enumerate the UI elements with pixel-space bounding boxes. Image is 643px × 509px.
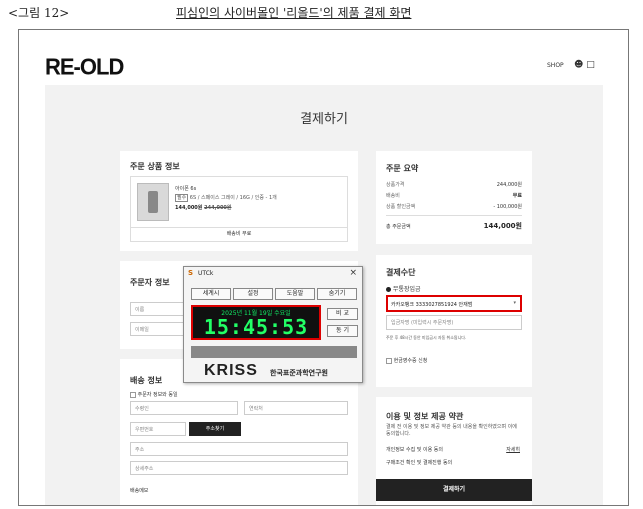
- summary-value: 244,000원: [496, 182, 522, 188]
- cash-receipt-checkbox[interactable]: [386, 357, 392, 364]
- utck-window: S UTCk × 세계시 설정 도움말 숨기기 2025년 11월 19일 수요…: [183, 266, 363, 383]
- summary-value: - 100,000원: [493, 204, 522, 210]
- cash-receipt-label: 현금영수증 신청: [393, 358, 428, 364]
- depositor-field[interactable]: 입금자명 (미입력시 주문자명): [386, 315, 522, 330]
- total-label: 총 주문금액: [386, 224, 411, 230]
- address-field[interactable]: 주소: [130, 442, 348, 456]
- user-icon[interactable]: ☻: [574, 60, 583, 70]
- utck-status-bar: [191, 346, 357, 358]
- payment-notice: 주문 후 48시간 동안 미입금시 자동 취소됩니다.: [386, 335, 467, 340]
- address-detail-field[interactable]: 상세주소: [130, 461, 348, 475]
- option-text: 6S / 스페이스 그레이 / 16G / 인증 - 1개: [189, 195, 277, 201]
- product-name: 아이폰 6s: [175, 186, 197, 192]
- same-as-orderer-checkbox[interactable]: [130, 391, 136, 398]
- summary-divider: [386, 215, 522, 216]
- terms-heading: 이용 및 정보 제공 약관: [386, 412, 464, 421]
- orderer-heading: 주문자 정보: [130, 278, 170, 287]
- chevron-down-icon: ▾: [513, 300, 516, 306]
- clock-time: 15:45:53: [203, 315, 309, 339]
- memo-label: 배송메모: [130, 488, 149, 494]
- payment-panel: 결제수단 무통장입금 카카오뱅크 3333027851924 안재범 ▾ 입금자…: [376, 255, 532, 387]
- total-value: 144,000원: [483, 222, 522, 230]
- product-thumbnail: [137, 183, 169, 221]
- terms-description: 결제 전 이용 및 정보 제공 약관 등의 내용을 확인하였으며 이에 동의합니…: [386, 424, 517, 437]
- screenshot-frame: RE-OLD SHOP ☻ □ 결제하기 주문 상품 정보 아이폰 6s 필수 …: [18, 29, 629, 506]
- nav-shop-link[interactable]: SHOP: [547, 62, 564, 69]
- figure-label: <그림 12>: [8, 6, 70, 20]
- email-field[interactable]: 이메일: [130, 322, 190, 336]
- recipient-field[interactable]: 수령인: [130, 401, 238, 415]
- kriss-org-name: 한국표준과학연구원: [270, 369, 328, 377]
- bank-transfer-radio[interactable]: [386, 287, 391, 292]
- same-as-orderer-label: 주문자 정보와 동일: [137, 392, 178, 398]
- settings-button[interactable]: 설정: [233, 288, 273, 300]
- header-icons: ☻ □: [574, 60, 595, 70]
- product-price: 144,000원: [175, 205, 203, 211]
- zip-field[interactable]: 우편번호: [130, 422, 186, 436]
- find-address-button[interactable]: 주소찾기: [189, 422, 241, 436]
- summary-value: 무료: [512, 193, 522, 199]
- hide-button[interactable]: 숨기기: [317, 288, 357, 300]
- page-title: 결제하기: [300, 112, 348, 127]
- order-items-heading: 주문 상품 정보: [130, 162, 180, 171]
- summary-panel: 주문 요약 상품가격 244,000원 배송비 무료 상품 할인금액 - 100…: [376, 151, 532, 244]
- bank-account-select[interactable]: 카카오뱅크 3333027851924 안재범 ▾: [386, 295, 522, 312]
- bank-account-value: 카카오뱅크 3333027851924 안재범: [391, 302, 473, 308]
- privacy-consent: 개인정보 수집 및 이용 동의: [386, 447, 443, 453]
- purchase-consent: 구매조건 확인 및 결제진행 동의: [386, 460, 453, 466]
- summary-label: 배송비: [386, 193, 400, 199]
- clock-display: 2025년 11월 19일 수요일 15:45:53: [191, 305, 321, 340]
- pay-button[interactable]: 결제하기: [376, 479, 532, 501]
- shipping-heading: 배송 정보: [130, 376, 163, 385]
- world-time-button[interactable]: 세계시: [191, 288, 231, 300]
- utck-title: UTCk: [198, 270, 214, 277]
- bank-transfer-label: 무통장입금: [392, 286, 421, 293]
- terms-panel: 이용 및 정보 제공 약관 결제 전 이용 및 정보 제공 약관 등의 내용을 …: [376, 397, 532, 505]
- utck-app-icon: S: [188, 269, 194, 277]
- site-logo[interactable]: RE-OLD: [45, 53, 124, 80]
- payment-heading: 결제수단: [386, 268, 416, 277]
- figure-title: 피심인의 사이버몰인 '리올드'의 제품 결제 화면: [176, 6, 412, 20]
- product-card: 아이폰 6s 필수 6S / 스페이스 그레이 / 16G / 인증 - 1개 …: [130, 176, 348, 228]
- help-button[interactable]: 도움말: [275, 288, 315, 300]
- summary-rows: 상품가격 244,000원 배송비 무료 상품 할인금액 - 100,000원: [386, 181, 522, 225]
- kriss-logo-text: KRISS: [204, 362, 258, 379]
- order-items-panel: 주문 상품 정보 아이폰 6s 필수 6S / 스페이스 그레이 / 16G /…: [120, 151, 358, 251]
- shipping-fee: 배송비 무료: [130, 228, 348, 242]
- bag-icon[interactable]: □: [586, 60, 595, 70]
- name-field[interactable]: 이름: [130, 302, 190, 316]
- original-price: 244,000원: [204, 205, 232, 211]
- privacy-detail-link[interactable]: 자세히: [506, 446, 520, 453]
- sync-button[interactable]: 동 기: [327, 325, 358, 337]
- close-icon[interactable]: ×: [349, 268, 357, 278]
- option-tag: 필수: [175, 194, 189, 202]
- summary-heading: 주문 요약: [386, 164, 419, 173]
- summary-label: 상품 할인금액: [386, 204, 416, 210]
- compare-button[interactable]: 비 교: [327, 308, 358, 320]
- summary-label: 상품가격: [386, 182, 405, 188]
- contact-field[interactable]: 연락처: [244, 401, 348, 415]
- kriss-logo: KRISS: [204, 362, 258, 380]
